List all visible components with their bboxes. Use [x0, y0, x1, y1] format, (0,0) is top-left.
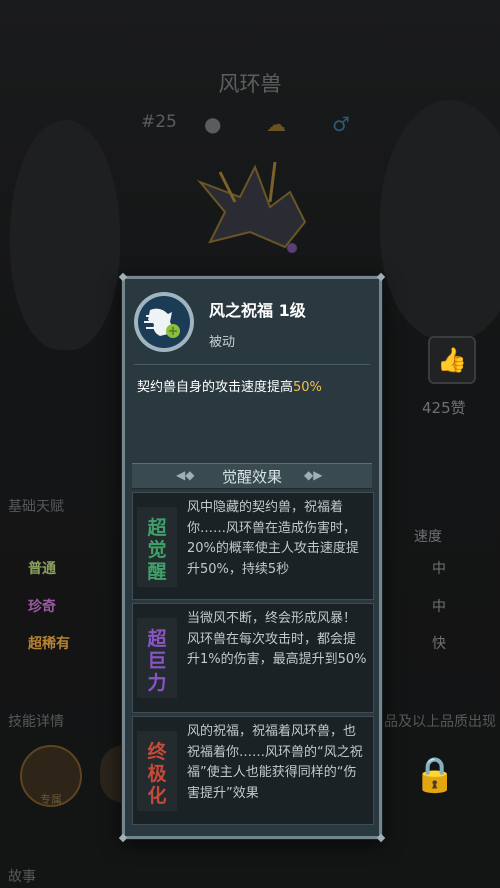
- description-text: 契约兽自身的攻击速度提高: [137, 380, 294, 395]
- left-egg-decoration: [10, 120, 120, 350]
- creature-number: #25: [141, 112, 177, 132]
- alien-icon: ●: [204, 112, 222, 136]
- speed-header: 速度: [414, 529, 442, 545]
- tier-normal-speed: 中: [432, 561, 446, 577]
- tier-rare: 珍奇: [28, 599, 56, 615]
- like-button[interactable]: 👍: [428, 336, 476, 384]
- bg-skill-caption: 专属: [40, 793, 62, 806]
- lock-icon: 🔒: [413, 755, 457, 795]
- badge-label: 超巨力: [147, 628, 167, 694]
- skill-description: 契约兽自身的攻击速度提高50%: [137, 376, 322, 395]
- awakening-title: 觉醒效果: [221, 468, 282, 486]
- divider: [134, 364, 370, 365]
- badge-ultimate: 终极化: [137, 731, 177, 811]
- cloud-icon: ☁: [266, 112, 286, 136]
- skill-type: 被动: [209, 335, 236, 350]
- right-ornament-icon: ◆▶: [304, 468, 323, 482]
- bg-skill-icon-2[interactable]: [100, 745, 124, 803]
- awakening-card-2: 超巨力 当微风不断，终会形成风暴！风环兽在每次攻击时，都会提升1%的伤害，最高提…: [132, 603, 374, 713]
- awakening-card-1: 超觉醒 风中隐藏的契约兽，祝福着你……风环兽在造成伤害时，20%的概率使主人攻击…: [132, 492, 374, 600]
- story-label: 故事: [8, 869, 36, 885]
- description-highlight: 50%: [293, 380, 322, 395]
- tier-rare-speed: 中: [432, 599, 446, 615]
- creature-name: 风环兽: [218, 72, 282, 96]
- awakening-card-3: 终极化 风的祝福，祝福着风环兽，也祝福着你……风环兽的“风之祝福”使主人也能获得…: [132, 716, 374, 825]
- awakening-text: 风的祝福，祝福着风环兽，也祝福着你……风环兽的“风之祝福”使主人也能获得同样的“…: [187, 724, 363, 801]
- bg-skill-icon[interactable]: 专属: [20, 745, 82, 807]
- male-icon: ♂: [332, 112, 350, 136]
- tier-normal: 普通: [28, 561, 56, 577]
- basic-talent-label: 基础天赋: [8, 499, 64, 515]
- skill-detail-modal[interactable]: 风之祝福 1级 被动 契约兽自身的攻击速度提高50% ◀◆ 觉醒效果 ◆▶ 超觉…: [118, 272, 386, 843]
- skill-name: 风之祝福 1级: [209, 301, 306, 320]
- awakening-header: ◀◆ 觉醒效果 ◆▶: [132, 463, 372, 489]
- awakening-text: 当微风不断，终会形成风暴！风环兽在每次攻击时，都会提升1%的伤害，最高提升到50…: [187, 611, 367, 667]
- quality-note: 品及以上品质出现: [384, 714, 496, 730]
- right-egg-decoration: [380, 100, 500, 340]
- tier-super-rare-speed: 快: [432, 636, 446, 652]
- skill-details-label: 技能详情: [8, 714, 64, 730]
- badge-super-awaken: 超觉醒: [137, 507, 177, 587]
- like-count: 425赞: [422, 399, 466, 417]
- badge-label: 终极化: [147, 741, 167, 807]
- awakening-text: 风中隐藏的契约兽，祝福着你……风环兽在造成伤害时，20%的概率使主人攻击速度提升…: [187, 500, 359, 577]
- badge-label: 超觉醒: [147, 517, 167, 583]
- tier-super-rare: 超稀有: [28, 636, 70, 652]
- badge-super-power: 超巨力: [137, 618, 177, 698]
- creature-image: [196, 161, 307, 253]
- skill-icon-frame: [134, 292, 194, 352]
- wind-blessing-icon: [138, 296, 190, 348]
